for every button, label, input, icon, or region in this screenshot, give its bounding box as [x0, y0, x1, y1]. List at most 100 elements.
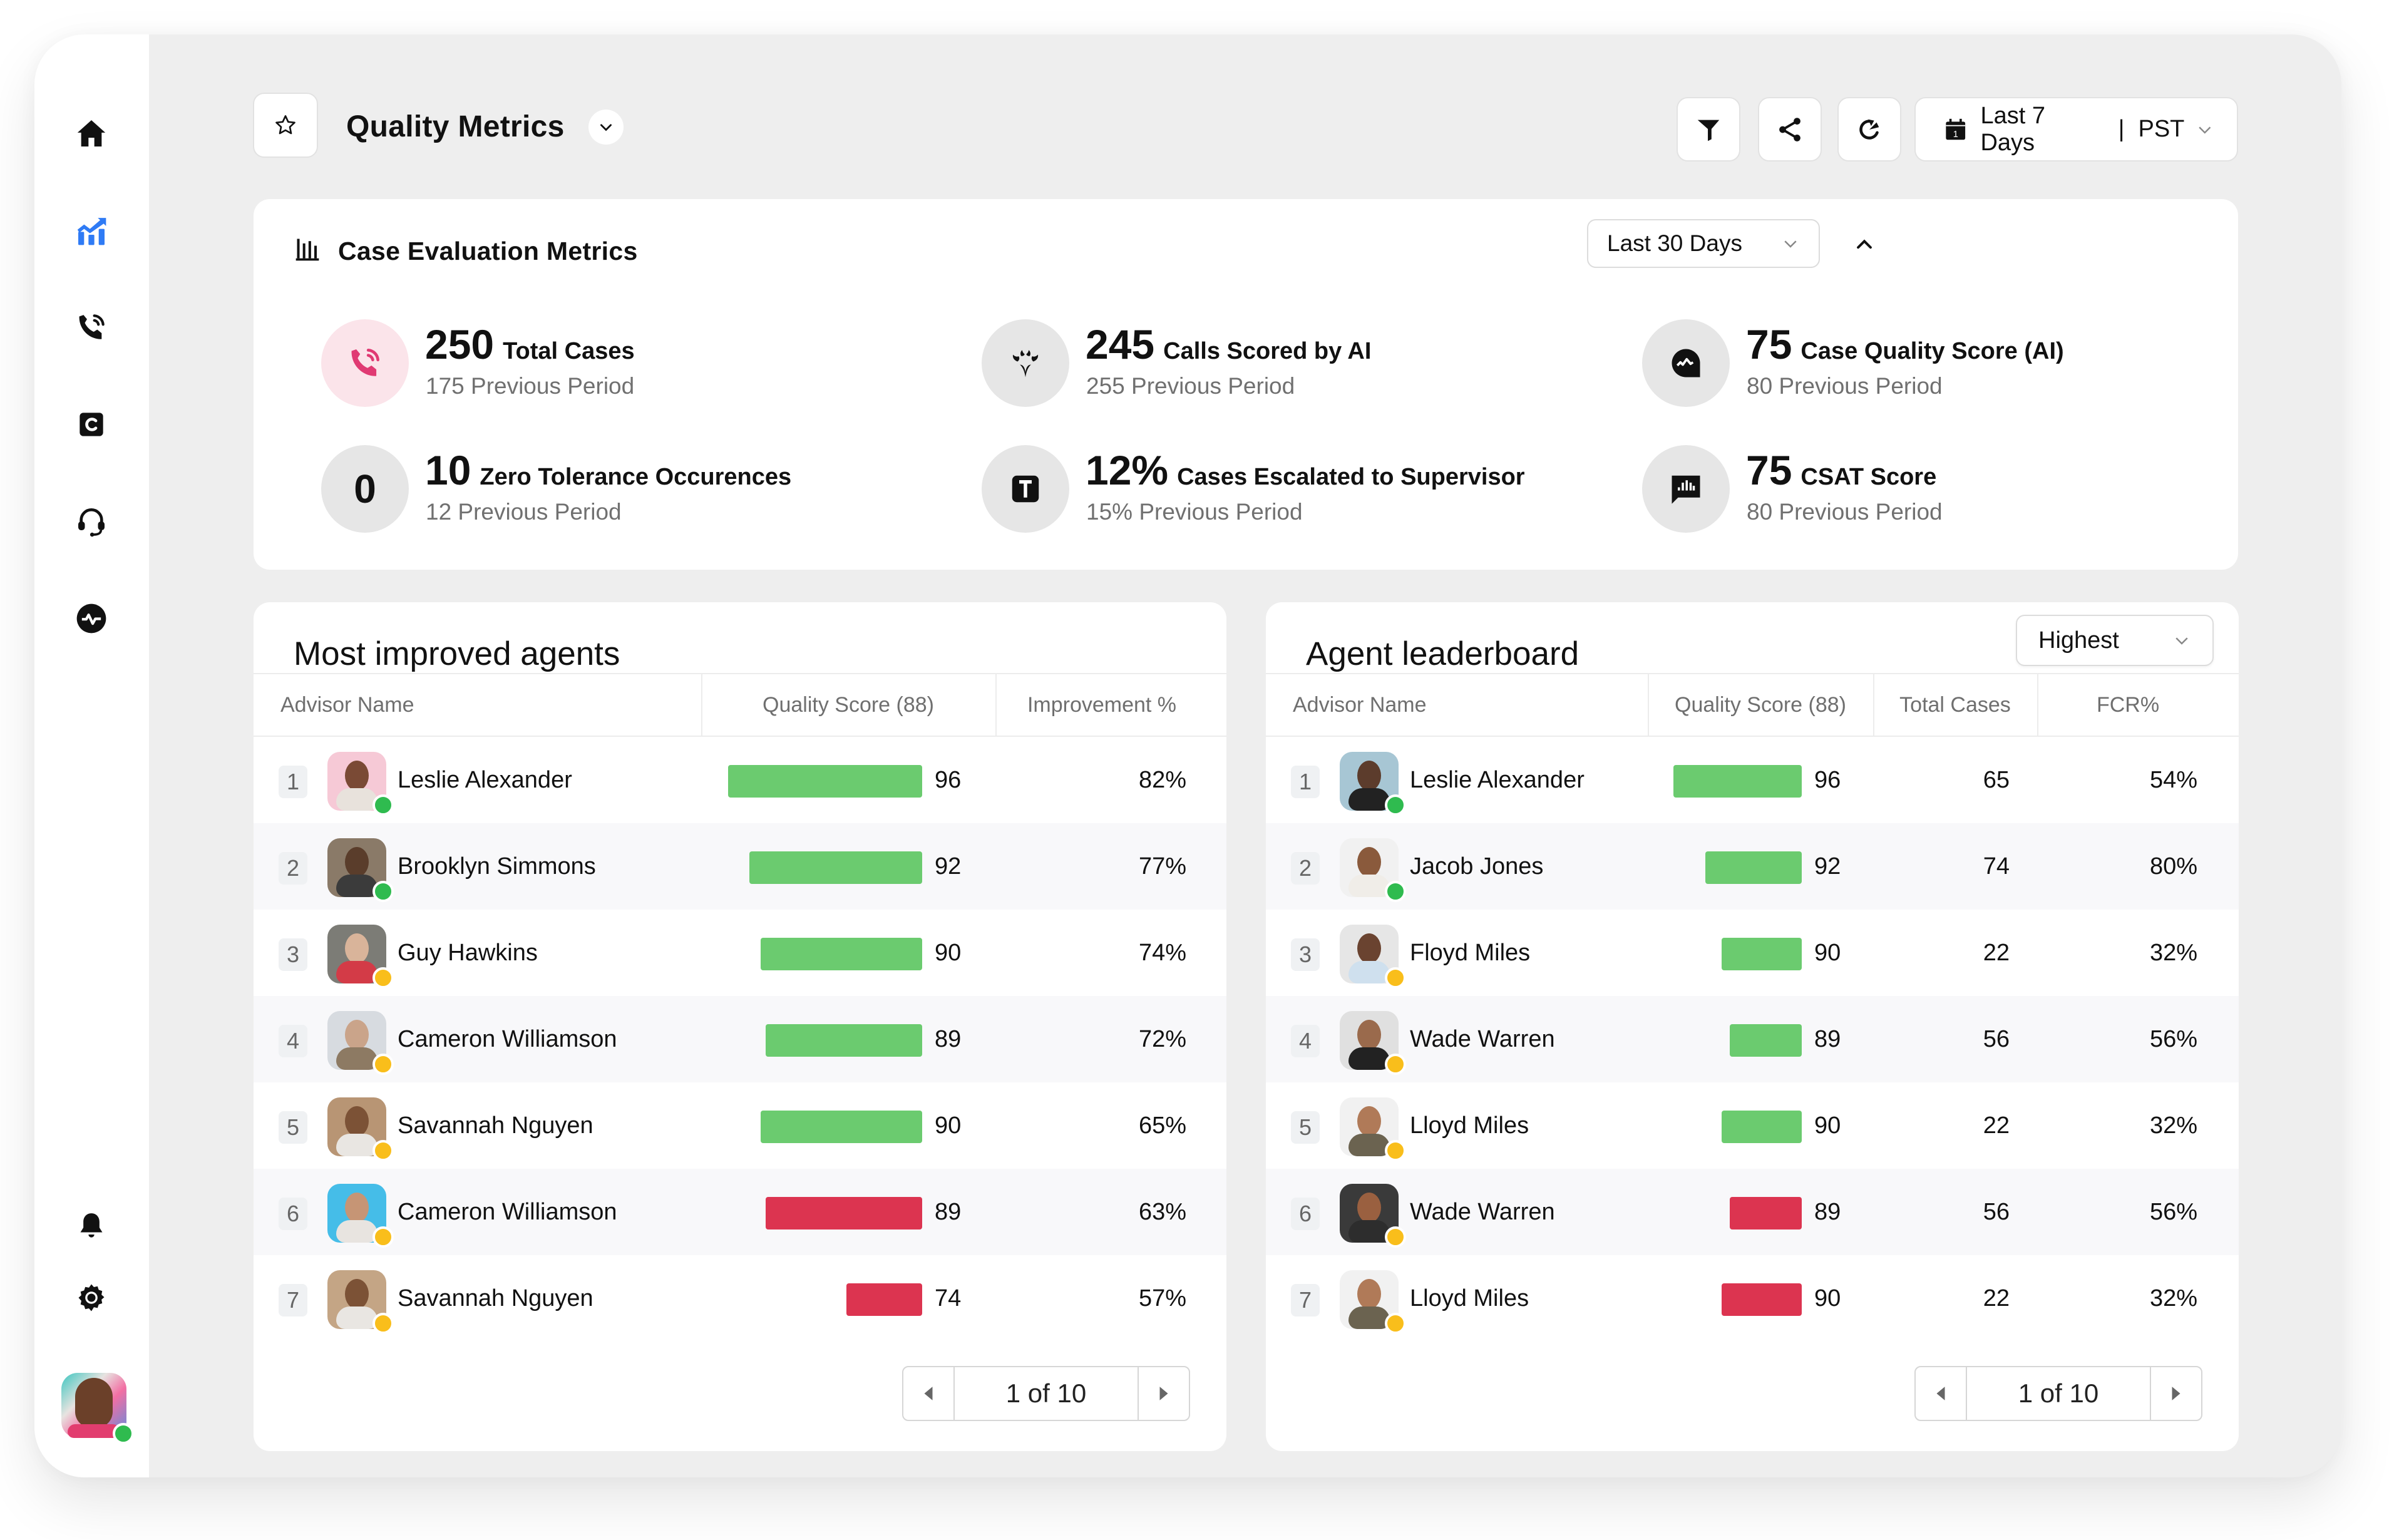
improvement-value: 63%: [1138, 1198, 1186, 1225]
leaderboard-sort-select[interactable]: Highest: [2016, 615, 2214, 666]
sidebar-item-home[interactable]: [71, 113, 112, 154]
share-button[interactable]: [1758, 97, 1822, 162]
next-page-button[interactable]: [2150, 1367, 2201, 1420]
agent-name[interactable]: Cameron Williamson: [398, 996, 617, 1082]
filter-button[interactable]: [1677, 97, 1740, 162]
column-header-quality-score[interactable]: Quality Score (88): [701, 674, 995, 736]
agent-name[interactable]: Wade Warren: [1410, 996, 1555, 1082]
caret-right-icon: [2172, 1387, 2181, 1400]
away-status-dot: [1385, 967, 1406, 988]
quality-score-bar: [766, 1197, 922, 1229]
column-header-advisor[interactable]: Advisor Name: [280, 674, 414, 736]
quality-score-value: 89: [935, 1198, 962, 1225]
chevron-down-icon: [600, 124, 612, 131]
quality-score-bar: [1729, 1197, 1802, 1229]
agent-avatar: [1340, 1184, 1406, 1248]
column-header-quality-score[interactable]: Quality Score (88): [1648, 674, 1873, 736]
agent-name[interactable]: Floyd Miles: [1410, 910, 1530, 996]
table-row[interactable]: 7 Lloyd Miles 90 22 32%: [1266, 1255, 2239, 1342]
agent-name[interactable]: Brooklyn Simmons: [398, 823, 596, 910]
quality-score-value: 90: [1814, 1285, 1841, 1312]
previous-page-button[interactable]: [1916, 1367, 1967, 1420]
sidebar-item-cases[interactable]: [71, 404, 112, 445]
away-status-dot: [1385, 1054, 1406, 1075]
column-header-total-cases[interactable]: Total Cases: [1873, 674, 2037, 736]
avatar-face: [1357, 1279, 1381, 1309]
table-row[interactable]: 4 Cameron Williamson 89 72%: [254, 996, 1226, 1082]
quality-score-bar: [1705, 851, 1802, 884]
date-range-picker[interactable]: 1 Last 7 Days | PST: [1914, 97, 2238, 162]
rank-badge: 6: [279, 1198, 307, 1230]
total-cases-value: 56: [1983, 1025, 2010, 1052]
sidebar-item-calls[interactable]: [71, 307, 112, 348]
online-status-dot: [372, 881, 394, 902]
table-row[interactable]: 3 Floyd Miles 90 22 32%: [1266, 910, 2239, 996]
agent-name[interactable]: Savannah Nguyen: [398, 1082, 593, 1169]
agent-name[interactable]: Jacob Jones: [1410, 823, 1543, 910]
bell-icon: [80, 1213, 103, 1238]
table-row[interactable]: 4 Wade Warren 89 56 56%: [1266, 996, 2239, 1082]
table-body: 1 Leslie Alexander 96 82% 2 Brooklyn Simmons 9…: [254, 737, 1226, 1342]
metric-cases-escalated: 12% Cases Escalated to Supervisor 15% Pre…: [982, 445, 1608, 533]
metric-label: Zero Tolerance Occurences: [480, 464, 792, 490]
agent-name[interactable]: Wade Warren: [1410, 1169, 1555, 1255]
total-cases-value: 74: [1983, 853, 2010, 880]
avatar-body: [336, 1306, 378, 1329]
sidebar-item-activity[interactable]: [71, 598, 112, 639]
case-evaluation-metrics-card: Case Evaluation Metrics Last 30 Days 250…: [254, 199, 2238, 570]
agent-name[interactable]: Guy Hawkins: [398, 910, 538, 996]
quality-score-bar: [760, 938, 922, 970]
title-dropdown-button[interactable]: [588, 110, 624, 145]
away-status-dot: [372, 1226, 394, 1248]
improvement-value: 74%: [1138, 939, 1186, 966]
notifications-button[interactable]: [71, 1205, 112, 1246]
agent-avatar: [1340, 752, 1406, 816]
settings-button[interactable]: [71, 1277, 112, 1318]
quality-score-bar: [760, 1111, 922, 1143]
agent-name[interactable]: Lloyd Miles: [1410, 1255, 1529, 1342]
agent-name[interactable]: Savannah Nguyen: [398, 1255, 593, 1342]
away-status-dot: [372, 967, 394, 988]
avatar-body: [336, 1134, 378, 1156]
agent-name[interactable]: Leslie Alexander: [398, 737, 572, 823]
online-status-dot: [1385, 794, 1406, 816]
table-row[interactable]: 7 Savannah Nguyen 74 57%: [254, 1255, 1226, 1342]
favorite-button[interactable]: [253, 93, 318, 158]
table-row[interactable]: 2 Brooklyn Simmons 92 77%: [254, 823, 1226, 910]
sidebar-item-analytics[interactable]: [71, 210, 112, 251]
agent-name[interactable]: Leslie Alexander: [1410, 737, 1585, 823]
table-row[interactable]: 6 Wade Warren 89 56 56%: [1266, 1169, 2239, 1255]
user-avatar[interactable]: [61, 1373, 134, 1444]
most-improved-agents-card: Most improved agents Advisor Name Qualit…: [254, 602, 1226, 1451]
column-header-advisor[interactable]: Advisor Name: [1293, 674, 1427, 736]
avatar-body: [1348, 961, 1390, 983]
column-header-fcr[interactable]: FCR%: [2037, 674, 2219, 736]
table-row[interactable]: 1 Leslie Alexander 96 82%: [254, 737, 1226, 823]
avatar-body: [336, 788, 378, 811]
quality-score-value: 96: [935, 766, 962, 793]
collapse-button[interactable]: [1849, 229, 1880, 260]
metrics-range-select[interactable]: Last 30 Days: [1587, 219, 1820, 268]
refresh-button[interactable]: [1837, 97, 1901, 162]
table-row[interactable]: 2 Jacob Jones 92 74 80%: [1266, 823, 2239, 910]
avatar-face: [1357, 1106, 1381, 1136]
table-row[interactable]: 3 Guy Hawkins 90 74%: [254, 910, 1226, 996]
agent-avatar: [1340, 1097, 1406, 1161]
avatar-face: [345, 761, 369, 791]
metric-label: CSAT Score: [1800, 464, 1937, 490]
quality-score-value: 89: [1814, 1198, 1841, 1225]
sidebar-item-support[interactable]: [71, 501, 112, 542]
previous-page-button[interactable]: [903, 1367, 955, 1420]
avatar-body: [336, 1220, 378, 1243]
column-header-improvement[interactable]: Improvement %: [995, 674, 1208, 736]
avatar-face: [345, 847, 369, 877]
agent-name[interactable]: Cameron Williamson: [398, 1169, 617, 1255]
agent-name[interactable]: Lloyd Miles: [1410, 1082, 1529, 1169]
table-row[interactable]: 5 Savannah Nguyen 90 65%: [254, 1082, 1226, 1169]
next-page-button[interactable]: [1138, 1367, 1189, 1420]
table-header: Advisor Name Quality Score (88) Improvem…: [254, 673, 1226, 737]
table-row[interactable]: 6 Cameron Williamson 89 63%: [254, 1169, 1226, 1255]
table-row[interactable]: 5 Lloyd Miles 90 22 32%: [1266, 1082, 2239, 1169]
pulse-icon: [76, 603, 106, 634]
table-row[interactable]: 1 Leslie Alexander 96 65 54%: [1266, 737, 2239, 823]
